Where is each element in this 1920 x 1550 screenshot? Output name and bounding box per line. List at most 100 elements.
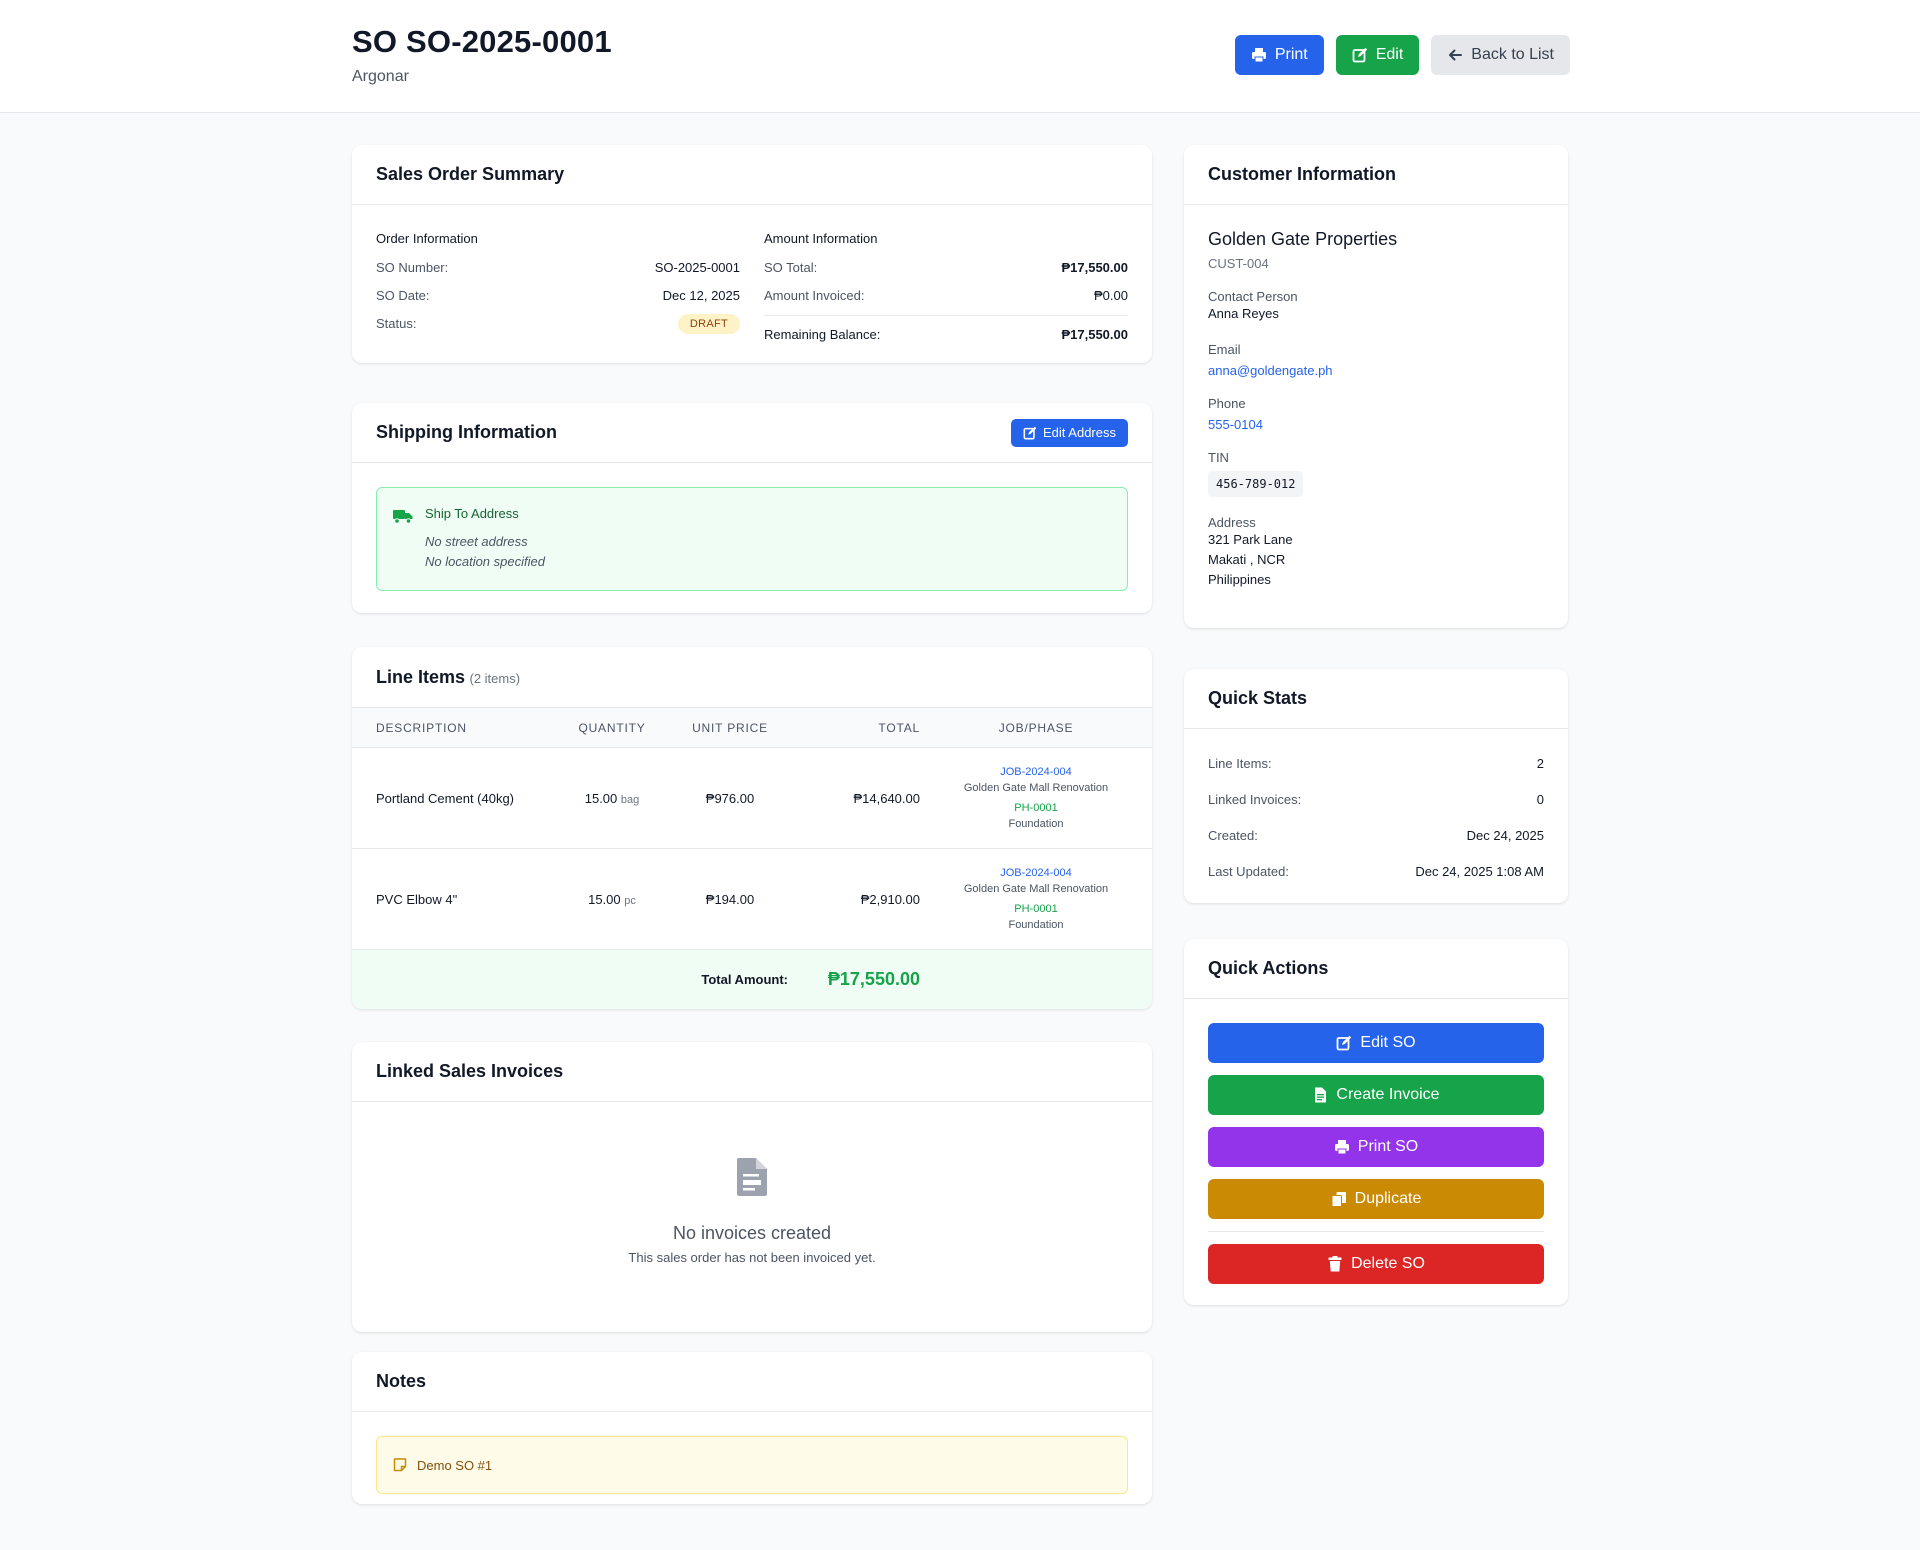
duplicate-button[interactable]: Duplicate — [1208, 1179, 1544, 1219]
print-label: Print — [1274, 46, 1308, 63]
amount-invoiced-value: ₱0.00 — [1094, 288, 1128, 303]
delete-so-button[interactable]: Delete SO — [1208, 1244, 1544, 1284]
ship-to-title: Ship To Address — [425, 506, 519, 521]
notes-title: Notes — [376, 1371, 427, 1391]
total-amount-label: Total Amount: — [352, 949, 788, 1009]
total-amount-value: ₱17,550.00 — [788, 949, 920, 1009]
document-icon — [737, 1158, 767, 1196]
stat-line-items-label: Line Items: — [1208, 755, 1272, 771]
ship-street: No street address — [425, 534, 528, 549]
row-description: Portland Cement (40kg) — [352, 747, 552, 849]
so-date-label: SO Date: — [376, 288, 430, 303]
stat-created-label: Created: — [1208, 827, 1258, 843]
edit-address-button[interactable]: Edit Address — [1011, 418, 1128, 447]
row-total: ₱14,640.00 — [788, 747, 920, 849]
print-button[interactable]: Print — [1234, 35, 1324, 75]
phone-label: Phone — [1208, 396, 1246, 411]
status-label: Status: — [376, 316, 417, 331]
customer-title: Customer Information — [1208, 164, 1397, 184]
empty-subtitle: This sales order has not been invoiced y… — [628, 1250, 876, 1265]
col-total: TOTAL — [788, 707, 920, 748]
stat-linked-invoices-label: Linked Invoices: — [1208, 791, 1302, 807]
col-unit-price: UNIT PRICE — [672, 707, 788, 748]
amount-info-heading: Amount Information — [764, 231, 878, 246]
edit-icon — [1023, 426, 1037, 439]
summary-divider — [764, 315, 1128, 316]
line-items-count: (2 items) — [469, 670, 521, 686]
edit-so-label: Edit SO — [1360, 1034, 1416, 1051]
empty-state: No invoices created This sales order has… — [352, 1102, 1152, 1265]
line-items-card: Line Items (2 items) DESCRIPTION QUANTIT… — [352, 647, 1152, 1009]
line-items-title: Line Items — [376, 666, 466, 687]
table-row: Portland Cement (40kg) 15.00 bag ₱976.00… — [352, 747, 1152, 849]
quick-actions-title: Quick Actions — [1208, 958, 1329, 978]
create-invoice-label: Create Invoice — [1336, 1086, 1440, 1103]
edit-icon — [1352, 47, 1367, 63]
print-so-button[interactable]: Print SO — [1208, 1127, 1544, 1167]
edit-address-label: Edit Address — [1043, 425, 1116, 440]
arrow-left-icon — [1449, 49, 1463, 61]
duplicate-label: Duplicate — [1354, 1190, 1422, 1207]
col-job-phase: JOB/PHASE — [920, 707, 1152, 748]
linked-invoices-title: Linked Sales Invoices — [376, 1061, 564, 1081]
address-line-1: 321 Park Lane — [1208, 532, 1293, 547]
so-number-value: SO-2025-0001 — [654, 260, 740, 275]
status-badge: DRAFT — [677, 313, 740, 334]
row-unit: pc — [624, 894, 636, 907]
so-number-label: SO Number: — [376, 260, 449, 275]
so-date-value: Dec 12, 2025 — [662, 288, 740, 303]
copy-icon — [1331, 1192, 1346, 1207]
job-link[interactable]: JOB-2024-004 — [920, 865, 1152, 881]
row-description: PVC Elbow 4" — [352, 848, 552, 950]
remaining-balance-label: Remaining Balance: — [764, 327, 881, 342]
actions-divider — [1208, 1231, 1544, 1232]
shipping-title: Shipping Information — [376, 422, 557, 442]
line-items-table: DESCRIPTION QUANTITY UNIT PRICE TOTAL JO… — [352, 707, 1152, 1009]
row-unit-price: ₱194.00 — [672, 848, 788, 950]
create-invoice-button[interactable]: Create Invoice — [1208, 1075, 1544, 1115]
job-name: Golden Gate Mall Renovation — [963, 782, 1109, 794]
so-total-value: ₱17,550.00 — [1061, 260, 1128, 275]
address-line-3: Philippines — [1208, 572, 1271, 587]
ship-location: No location specified — [425, 554, 545, 569]
edit-so-button[interactable]: Edit SO — [1208, 1023, 1544, 1063]
customer-information-card: Customer Information Golden Gate Propert… — [1184, 145, 1568, 628]
job-link[interactable]: JOB-2024-004 — [920, 764, 1152, 780]
stat-line-items-value: 2 — [1536, 755, 1544, 771]
email-label: Email — [1208, 342, 1241, 357]
print-icon — [1251, 48, 1266, 63]
customer-code: CUST-004 — [1208, 256, 1269, 271]
sales-order-summary-card: Sales Order Summary Order Information SO… — [352, 145, 1152, 363]
contact-label: Contact Person — [1208, 289, 1298, 304]
tin-label: TIN — [1208, 450, 1229, 465]
linked-invoices-card: Linked Sales Invoices No invoices create… — [352, 1042, 1152, 1332]
order-info-heading: Order Information — [376, 231, 478, 246]
row-total: ₱2,910.00 — [788, 848, 920, 950]
shipping-information-card: Shipping Information Edit Address Ship T… — [352, 403, 1152, 613]
stat-updated-label: Last Updated: — [1208, 863, 1289, 879]
phase-name: Foundation — [1008, 818, 1064, 830]
edit-button[interactable]: Edit — [1335, 35, 1420, 75]
total-row: Total Amount: ₱17,550.00 — [352, 949, 1152, 1009]
remaining-balance-value: ₱17,550.00 — [1061, 327, 1128, 342]
back-to-list-button[interactable]: Back to List — [1431, 35, 1570, 75]
amount-invoiced-label: Amount Invoiced: — [764, 288, 865, 303]
email-link[interactable]: anna@goldengate.ph — [1208, 363, 1544, 378]
delete-so-label: Delete SO — [1351, 1255, 1425, 1272]
col-quantity: QUANTITY — [552, 707, 672, 748]
ship-to-box: Ship To Address No street address No loc… — [376, 487, 1128, 591]
print-icon — [1334, 1140, 1349, 1155]
table-row: PVC Elbow 4" 15.00 pc ₱194.00 ₱2,910.00 … — [352, 848, 1152, 950]
note-box: Demo SO #1 — [376, 1436, 1128, 1494]
stat-created-value: Dec 24, 2025 — [1466, 827, 1544, 843]
truck-icon — [393, 510, 413, 524]
address-line-2: Makati , NCR — [1208, 552, 1286, 567]
tin-value: 456-789-012 — [1208, 471, 1304, 497]
sticky-note-icon — [393, 1458, 407, 1472]
phase-name: Foundation — [1008, 919, 1064, 931]
edit-icon — [1337, 1035, 1352, 1051]
phone-link[interactable]: 555-0104 — [1208, 417, 1544, 432]
quick-actions-card: Quick Actions Edit SO Create Invoice Pri… — [1184, 939, 1568, 1305]
page-header: SO SO-2025-0001 Argonar Print Edit Back … — [0, 0, 1920, 113]
summary-title: Sales Order Summary — [376, 164, 565, 184]
